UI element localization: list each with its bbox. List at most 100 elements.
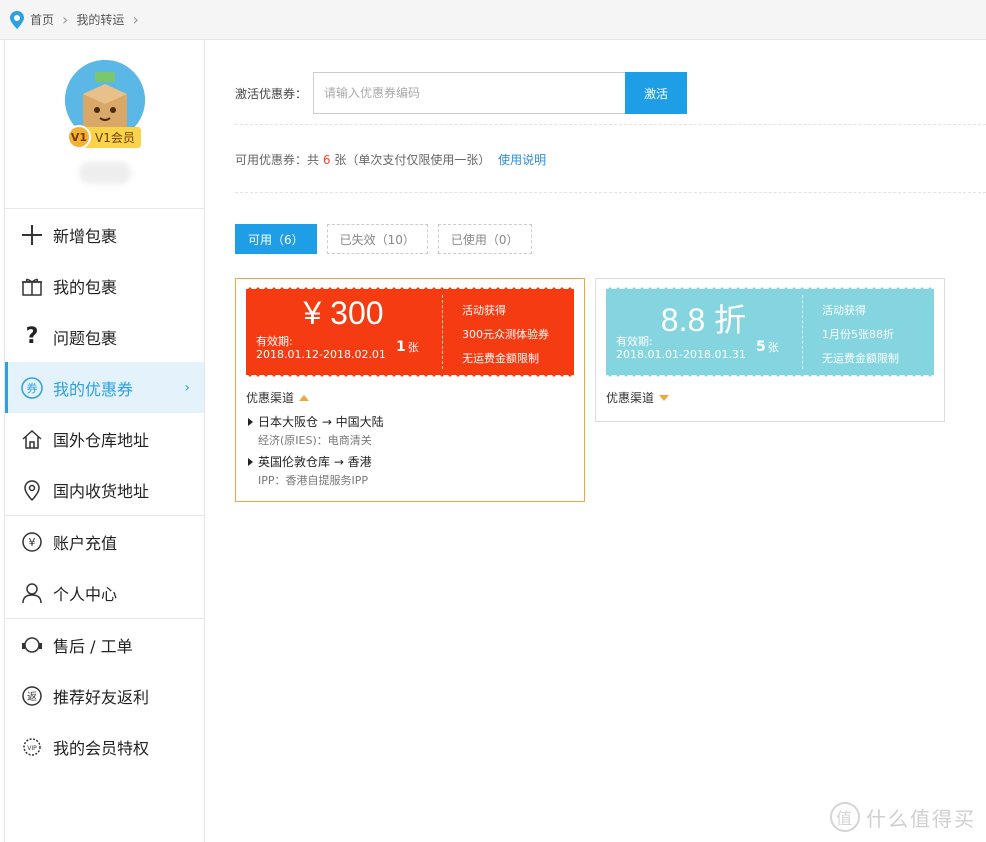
coupon-count-number: 1 [396,339,406,355]
coupon-valid-dates: 2018.01.12-2018.02.01 [256,348,386,361]
ticket-edge [246,373,574,377]
coupon-count: 5张 [756,339,779,355]
sidebar-item-label: 问题包裹 [53,328,118,348]
coupon-icon: 券 [19,375,45,401]
coupon-channel-toggle[interactable]: 优惠渠道 [606,389,670,406]
sidebar-item-label: 我的会员特权 [53,738,150,758]
route-service: IPP：香港自提服务IPP [258,474,369,487]
sidebar: V1 V1会员 新增包裹 我的包裹 ? 问题包裹 券 我的优惠券 › 国外仓库地… [4,40,205,842]
activate-button[interactable]: 激活 [625,72,688,114]
coupon-restriction: 无运费金额限制 [822,352,899,365]
sidebar-item-label: 售后 / 工单 [53,636,133,656]
vip-badge: V1 V1会员 [67,125,141,149]
coupon-details: 活动获得 300元众测体验券 无运费金额限制 [462,299,549,371]
coupon-valid-label: 有效期: [616,335,653,348]
breadcrumb: 首页 › 我的转运 › [0,0,986,40]
breadcrumb-home[interactable]: 首页 [30,11,54,28]
coupon-code-input[interactable] [313,72,626,114]
rebate-icon: 返 [19,683,45,709]
caret-down-icon [659,394,670,401]
coupon-valid-label: 有效期: [256,335,293,348]
sidebar-item-label: 账户充值 [53,533,118,553]
nav-group-service: 售后 / 工单 返 推荐好友返利 VIP 我的会员特权 [5,619,204,772]
coupon-source: 活动获得 [822,304,866,317]
watermark-text: 什么值得买 [866,806,976,831]
plus-icon [19,222,45,248]
sidebar-item-overseas-warehouse[interactable]: 国外仓库地址 [5,413,204,464]
sidebar-item-problem-packages[interactable]: ? 问题包裹 [5,311,204,362]
route-service: 经济(原IES)：电商清关 [258,434,372,447]
breadcrumb-current[interactable]: 我的转运 [76,11,124,28]
yen-icon: ¥ [19,529,45,555]
coupon-routes: 日本大阪仓 → 中国大陆 经济(原IES)：电商清关 英国伦敦仓库 → 香港 I… [248,413,384,493]
ticket-edge [606,373,934,377]
tab-expired[interactable]: 已失效（10） [326,224,428,254]
channel-label: 优惠渠道 [606,391,655,405]
route-title: 英国伦敦仓库 → 香港 [258,455,372,469]
profile-panel: V1 V1会员 [5,40,204,209]
tab-available[interactable]: 可用（6） [235,224,317,254]
activate-label: 激活优惠券： [235,86,308,101]
coupon-card[interactable]: 8.8 折 有效期: 2018.01.01-2018.01.31 5张 活动获得… [595,278,945,422]
sidebar-item-label: 新增包裹 [53,226,118,246]
route-title: 日本大阪仓 → 中国大陆 [258,415,384,429]
user-icon [19,580,45,606]
route-item: 日本大阪仓 → 中国大陆 经济(原IES)：电商清关 [248,413,384,451]
coupon-value: ¥ 300 [303,295,384,331]
sidebar-item-recharge[interactable]: ¥ 账户充值 [5,516,204,567]
nav-group-account: ¥ 账户充值 个人中心 [5,516,204,619]
coupon-count: 1张 [396,339,419,355]
coupon-ticket: ¥ 300 有效期: 2018.01.12-2018.02.01 1张 活动获得… [246,287,574,377]
svg-text:返: 返 [27,691,37,703]
ticket-divider [442,295,443,369]
sidebar-item-label: 国外仓库地址 [53,430,150,450]
coupon-card[interactable]: ¥ 300 有效期: 2018.01.12-2018.02.01 1张 活动获得… [235,278,585,502]
ticket-edge [246,287,574,291]
location-pin-icon [10,10,24,29]
coupon-channel-toggle[interactable]: 优惠渠道 [246,389,310,406]
watermark: 值 什么值得买 [830,802,976,832]
activate-coupon-row: 激活优惠券： 激活 [235,72,688,114]
sidebar-item-vip-privileges[interactable]: VIP 我的会员特权 [5,721,204,772]
sidebar-item-personal-center[interactable]: 个人中心 [5,567,204,618]
home-icon [19,426,45,452]
sidebar-item-label: 我的包裹 [53,277,118,297]
gift-icon [19,273,45,299]
nav-group-packages: 新增包裹 我的包裹 ? 问题包裹 券 我的优惠券 › 国外仓库地址 国内收货地址 [5,209,204,516]
coupon-count-number: 5 [756,339,766,355]
svg-text:VIP: VIP [27,745,37,752]
usage-instructions-link[interactable]: 使用说明 [498,153,546,167]
ticket-edge [606,287,934,291]
divider [235,124,986,125]
sidebar-item-my-coupons[interactable]: 券 我的优惠券 › [5,362,204,413]
chevron-right-icon: › [184,379,190,396]
sidebar-item-domestic-address[interactable]: 国内收货地址 [5,464,204,515]
sidebar-item-referral[interactable]: 返 推荐好友返利 [5,670,204,721]
sidebar-item-label: 个人中心 [53,584,118,604]
watermark-logo-icon: 值 [830,802,860,832]
coupon-source: 活动获得 [462,304,506,317]
sidebar-item-after-sales[interactable]: 售后 / 工单 [5,619,204,670]
sidebar-item-new-package[interactable]: 新增包裹 [5,209,204,260]
available-prefix: 可用优惠券：共 [235,153,320,167]
coupon-count-unit: 张 [407,341,419,354]
chevron-right-icon: › [62,9,69,29]
triangle-right-icon [248,418,253,426]
available-suffix: 张（单次支付仅限使用一张） [334,153,491,167]
tab-used[interactable]: 已使用（0） [437,224,532,254]
coupon-count-unit: 张 [767,341,779,354]
sidebar-item-label: 国内收货地址 [53,481,150,501]
vip-medal-icon: VIP [19,734,45,760]
coupon-tabs: 可用（6） 已失效（10） 已使用（0） [235,224,542,254]
coupon-valid-dates: 2018.01.01-2018.01.31 [616,348,746,361]
chevron-right-icon: › [132,9,139,29]
svg-text:券: 券 [27,381,38,395]
sidebar-item-label: 推荐好友返利 [53,687,150,707]
sidebar-item-my-packages[interactable]: 我的包裹 [5,260,204,311]
caret-up-icon [299,394,310,401]
ticket-divider [802,295,803,369]
username-blurred [79,162,131,184]
route-item: 英国伦敦仓库 → 香港 IPP：香港自提服务IPP [248,453,384,491]
vip-level: V1 [67,125,91,149]
channel-label: 优惠渠道 [246,391,295,405]
